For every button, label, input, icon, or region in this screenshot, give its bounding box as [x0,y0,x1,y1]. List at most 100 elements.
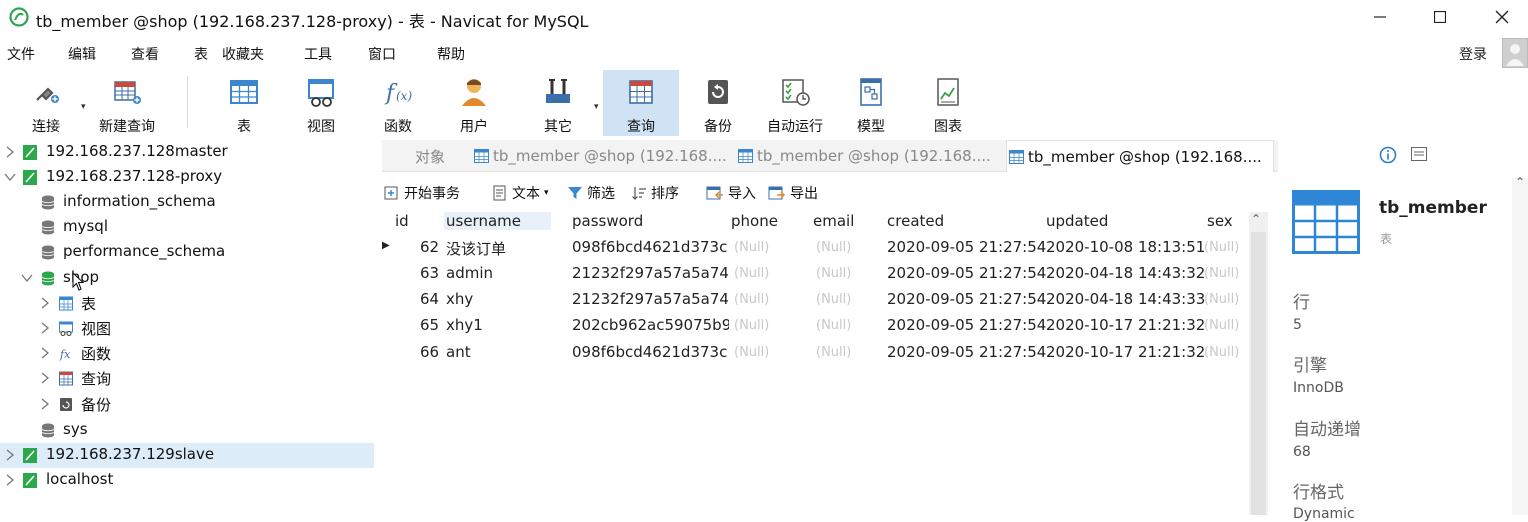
model-tool-button[interactable]: 模型 [848,70,894,136]
column-header-updated[interactable]: updated [1046,212,1108,230]
cell-phone[interactable]: (Null) [734,266,769,281]
chevron-right-icon[interactable] [39,346,51,360]
menu-tools[interactable]: 工具 [304,44,332,64]
tree-item-views[interactable]: 视图 [0,316,374,341]
cell-password[interactable]: 202cb962ac59075b9 [572,316,729,334]
cell-username[interactable]: admin [446,264,493,282]
cell-created[interactable]: 2020-09-05 21:27:54 [887,343,1046,361]
cell-updated[interactable]: 2020-04-18 14:43:33 [1046,290,1205,308]
cell-phone[interactable]: (Null) [734,318,769,333]
chevron-right-icon[interactable] [39,371,51,385]
scroll-up-icon[interactable]: ⌃ [1515,175,1525,189]
connect-dropdown-icon[interactable]: ▾ [81,102,86,112]
chevron-right-icon[interactable] [4,145,16,159]
chevron-right-icon[interactable] [39,397,51,411]
cell-id[interactable]: 65 [420,316,439,334]
cell-username[interactable]: ant [446,343,471,361]
export-button[interactable]: 导出 [768,183,818,203]
text-dropdown-icon[interactable]: ▾ [544,188,549,198]
automation-tool-button[interactable]: 自动运行 [760,70,830,136]
cell-username[interactable]: xhy1 [446,316,483,334]
cell-phone[interactable]: (Null) [734,345,769,360]
sort-button[interactable]: 排序 [631,183,679,203]
cell-email[interactable]: (Null) [816,240,851,255]
cell-created[interactable]: 2020-09-05 21:27:54 [887,290,1046,308]
tree-item-connection[interactable]: 192.168.237.128master [0,140,374,165]
column-header-created[interactable]: created [887,212,944,230]
column-header-email[interactable]: email [813,212,854,230]
close-button[interactable] [1490,6,1514,28]
tree-item-database[interactable]: shop [0,266,374,291]
import-button[interactable]: 导入 [706,183,756,203]
column-header-sex[interactable]: sex [1207,212,1233,230]
scroll-up-icon[interactable]: ⌃ [1251,212,1261,226]
other-dropdown-icon[interactable]: ▾ [594,102,599,112]
cell-updated[interactable]: 2020-04-18 14:43:32 [1046,264,1205,282]
tree-item-database[interactable]: sys [0,418,374,443]
tree-item-tables[interactable]: 表 [0,291,374,316]
tab-table-3[interactable]: tb_member @shop (192.168.... [1006,140,1274,172]
chevron-right-icon[interactable] [4,448,16,462]
cell-created[interactable]: 2020-09-05 21:27:54 [887,316,1046,334]
cell-sex[interactable]: (Null) [1204,240,1248,255]
tree-item-backups[interactable]: 备份 [0,392,374,417]
table-tool-button[interactable]: 表 [222,70,266,136]
avatar[interactable] [1502,38,1528,68]
cell-password[interactable]: 098f6bcd4621d373c [572,238,729,256]
connect-button[interactable]: 连接 [20,70,72,136]
tree-item-queries[interactable]: 查询 [0,366,374,391]
tree-item-database[interactable]: performance_schema [0,240,374,265]
user-tool-button[interactable]: 用户 [451,70,497,136]
chevron-down-icon[interactable] [21,271,33,285]
cell-updated[interactable]: 2020-10-17 21:21:32 [1046,343,1205,361]
tree-item-database[interactable]: mysql [0,215,374,240]
cell-username[interactable]: xhy [446,290,473,308]
tree-item-connection[interactable]: localhost [0,468,374,493]
maximize-button[interactable] [1428,6,1452,28]
cell-id[interactable]: 64 [420,290,439,308]
minimize-button[interactable] [1368,6,1392,28]
other-tool-button[interactable]: 其它 [535,70,581,136]
chart-tool-button[interactable]: 图表 [925,70,971,136]
tree-item-database[interactable]: information_schema [0,190,374,215]
menu-view[interactable]: 查看 [131,44,159,64]
new-query-button[interactable]: 新建查询 [92,70,162,136]
cell-email[interactable]: (Null) [816,345,851,360]
cell-updated[interactable]: 2020-10-17 21:21:32 [1046,316,1205,334]
backup-tool-button[interactable]: 备份 [695,70,741,136]
cell-sex[interactable]: (Null) [1204,318,1248,333]
cell-password[interactable]: 21232f297a57a5a74. [572,290,729,308]
cell-password[interactable]: 21232f297a57a5a74. [572,264,729,282]
text-button[interactable]: 文本 ▾ [492,183,549,203]
tab-table-1[interactable]: tb_member @shop (192.168.... [472,140,734,172]
info-panel-scrollbar[interactable]: ⌃ [1512,175,1528,515]
cell-id[interactable]: 66 [420,343,439,361]
menu-file[interactable]: 文件 [7,44,35,64]
login-link[interactable]: 登录 [1459,44,1487,64]
column-header-id[interactable]: id [395,212,409,230]
column-header-phone[interactable]: phone [731,212,778,230]
function-tool-button[interactable]: f (x) 函数 [375,70,421,136]
menu-edit[interactable]: 编辑 [68,44,96,64]
tree-item-connection[interactable]: 192.168.237.129slave [0,443,374,468]
query-tool-button[interactable]: 查询 [603,70,679,136]
tree-item-functions[interactable]: fx 函数 [0,341,374,366]
tree-item-connection[interactable]: 192.168.237.128-proxy [0,165,374,190]
chevron-down-icon[interactable] [4,170,16,184]
chevron-right-icon[interactable] [4,473,16,487]
tab-table-2[interactable]: tb_member @shop (192.168.... [736,140,1004,172]
menu-window[interactable]: 窗口 [368,44,396,64]
column-header-username[interactable]: username [444,212,551,230]
view-tool-button[interactable]: 视图 [298,70,344,136]
filter-button[interactable]: 筛选 [567,183,615,203]
cell-email[interactable]: (Null) [816,318,851,333]
column-header-password[interactable]: password [572,212,643,230]
info-icon[interactable] [1379,146,1397,164]
scrollbar-thumb[interactable] [1251,232,1266,515]
cell-phone[interactable]: (Null) [734,292,769,307]
chevron-right-icon[interactable] [39,296,51,310]
ddl-icon[interactable] [1411,147,1427,161]
cell-username[interactable]: 没该订单 [446,238,506,259]
cell-sex[interactable]: (Null) [1204,345,1248,360]
menu-help[interactable]: 帮助 [437,44,465,64]
